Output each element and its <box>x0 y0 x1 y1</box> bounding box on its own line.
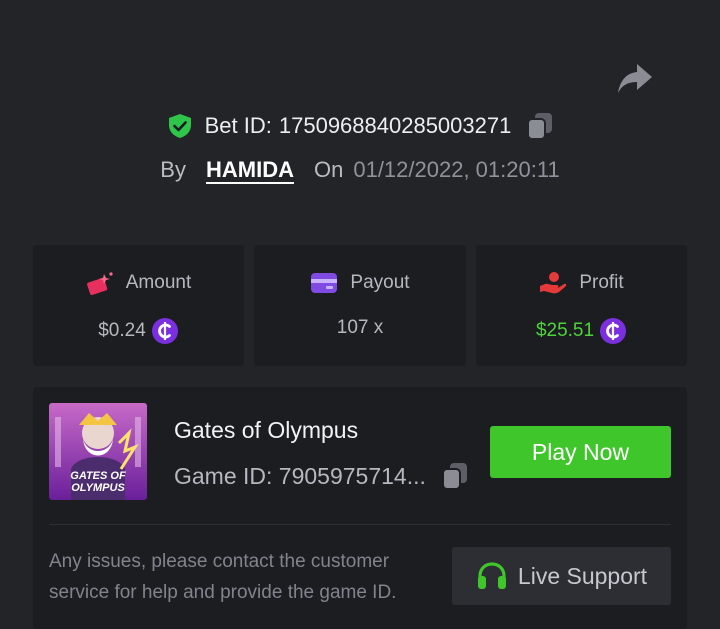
payout-value: 107 x <box>336 317 384 338</box>
amount-label: Amount <box>125 272 192 293</box>
bet-chip-icon <box>86 272 113 295</box>
profit-label: Profit <box>579 272 624 293</box>
support-message: Any issues, please contact the customer … <box>49 551 397 603</box>
divider <box>49 524 671 525</box>
thumb-title-line1: GATES OF <box>70 470 126 482</box>
game-id-text: Game ID: 7905975714... <box>174 462 426 489</box>
amount-card: Amount $0.24 <box>33 245 244 366</box>
thumb-title-line2: OLYMPUS <box>71 482 125 494</box>
game-thumbnail[interactable]: GATES OF OLYMPUS <box>49 403 147 500</box>
author-row: By HAMIDA On 01/12/2022, 01:20:11 <box>0 157 720 183</box>
shield-check-icon <box>168 114 191 138</box>
hand-money-icon <box>540 272 567 294</box>
bet-datetime: 01/12/2022, 01:20:11 <box>353 157 560 182</box>
profit-card: Profit $25.51 <box>476 245 687 366</box>
game-title[interactable]: Gates of Olympus <box>174 417 358 444</box>
copy-icon[interactable] <box>527 112 553 140</box>
bet-id-label: Bet ID: <box>204 113 272 138</box>
game-thumbnail-art: GATES OF OLYMPUS <box>49 403 147 500</box>
play-now-button[interactable]: Play Now <box>490 426 671 478</box>
amount-value: $0.24 <box>98 320 146 341</box>
on-label: On <box>313 157 344 182</box>
profit-value: $25.51 <box>535 320 595 341</box>
live-support-label: Live Support <box>517 562 648 589</box>
username-link[interactable]: HAMIDA <box>206 157 294 183</box>
by-label: By <box>160 157 186 182</box>
payout-label: Payout <box>350 272 410 293</box>
coin-icon <box>600 318 627 344</box>
share-icon[interactable] <box>617 62 653 96</box>
wallet-icon <box>311 273 338 293</box>
copy-icon[interactable] <box>441 462 468 490</box>
payout-card: Payout 107 x <box>254 245 466 366</box>
headset-icon <box>477 562 506 589</box>
bet-id-value: 1750968840285003271 <box>278 113 512 138</box>
coin-icon <box>151 318 178 344</box>
game-id-row: Game ID: 7905975714... <box>174 462 468 490</box>
bet-id-row: Bet ID: 1750968840285003271 <box>0 112 720 140</box>
game-panel: GATES OF OLYMPUS Gates of Olympus Game I… <box>33 387 687 629</box>
live-support-button[interactable]: Live Support <box>452 547 671 605</box>
